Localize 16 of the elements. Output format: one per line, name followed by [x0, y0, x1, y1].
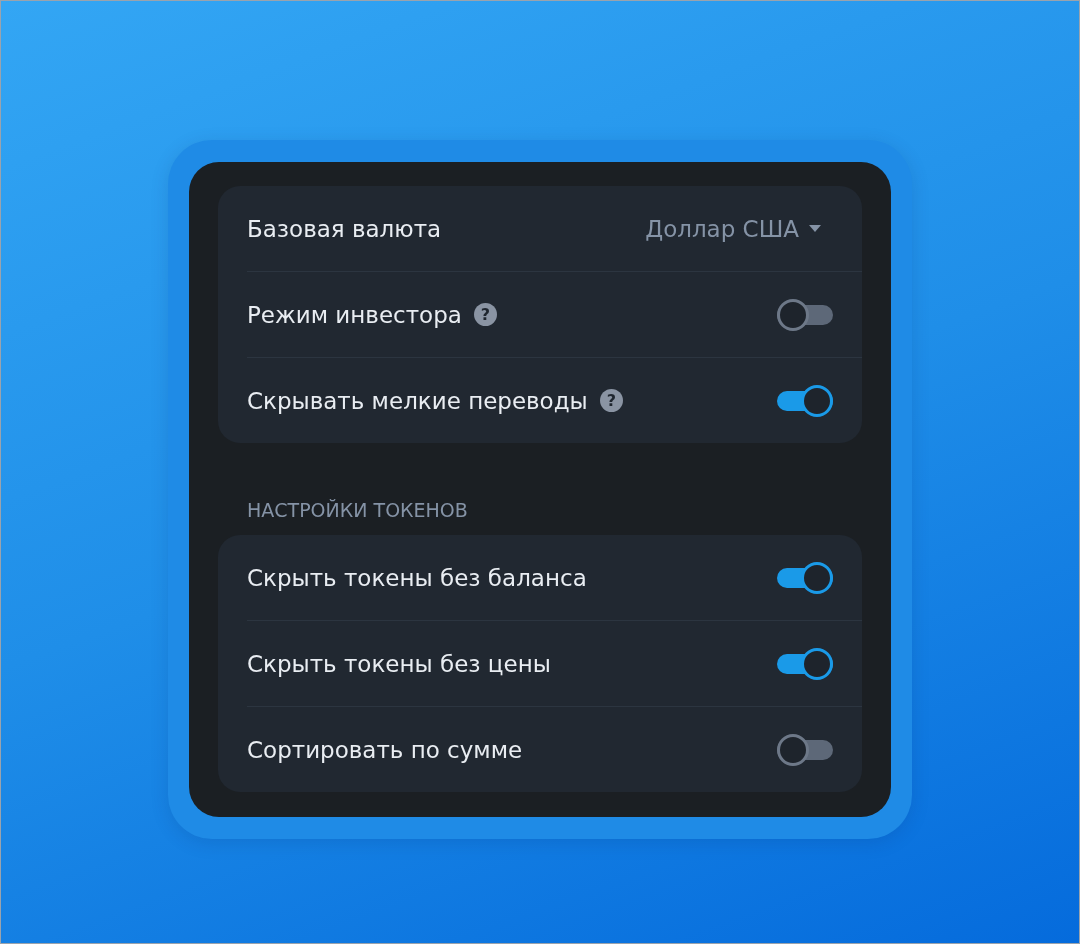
help-icon[interactable]: ?: [599, 389, 623, 412]
setting-label: Базовая валюта: [247, 215, 442, 242]
setting-label: Сортировать по сумме: [247, 736, 523, 763]
setting-label: Скрыть токены без баланса: [247, 564, 587, 591]
toggle-switch[interactable]: [777, 647, 833, 680]
toggle-switch[interactable]: [777, 384, 833, 417]
currency-dropdown[interactable]: Доллар США: [645, 215, 821, 242]
setting-label: Режим инвестора: [247, 301, 462, 328]
help-icon[interactable]: ?: [473, 303, 497, 326]
caret-icon: [809, 225, 821, 232]
setting-label: Скрыть токены без цены: [247, 650, 551, 677]
setting-label: Скрывать мелкие переводы: [247, 387, 588, 414]
toggle-switch[interactable]: [777, 561, 833, 594]
toggle-switch[interactable]: [777, 733, 833, 766]
section-title: НАСТРОЙКИ ТОКЕНОВ: [246, 499, 469, 521]
toggle-switch[interactable]: [777, 298, 833, 331]
